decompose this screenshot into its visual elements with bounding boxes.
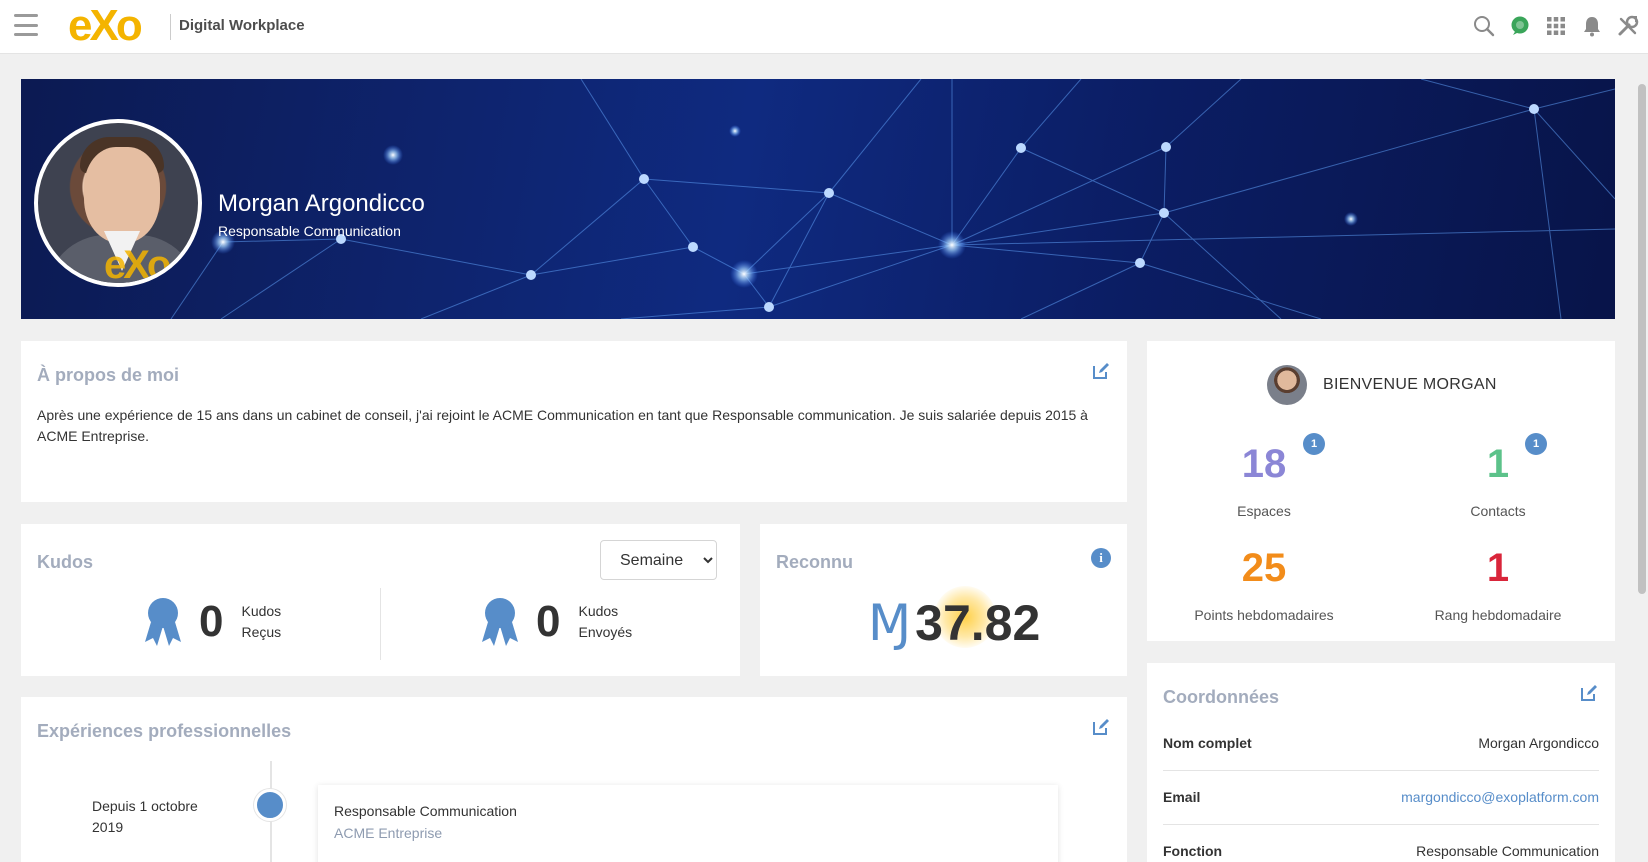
scrollbar-thumb[interactable]: [1638, 84, 1646, 594]
experience-item: Responsable Communication ACME Entrepris…: [318, 785, 1058, 862]
page-scrollbar[interactable]: [1636, 54, 1648, 862]
kudos-period-select[interactable]: Semaine: [600, 540, 717, 580]
stat-spaces-badge: 1: [1303, 433, 1325, 455]
edit-contact-details-icon[interactable]: [1579, 683, 1599, 703]
experiences-card: Expériences professionnelles Depuis 1 oc…: [21, 697, 1127, 862]
kudos-received-count: 0: [199, 597, 224, 646]
about-card: À propos de moi Après une expérience de …: [21, 341, 1127, 502]
detail-key: Fonction: [1163, 843, 1223, 859]
welcome-card: BIENVENUE MORGAN 18 Espaces 1 1 Contacts…: [1147, 341, 1615, 641]
stat-weekly-rank-label: Rang hebdomadaire: [1434, 607, 1562, 623]
bell-icon[interactable]: [1580, 14, 1604, 38]
top-bar: eXo Digital Workplace: [0, 0, 1648, 54]
stat-weekly-rank[interactable]: 1 Rang hebdomadaire: [1398, 545, 1598, 623]
kudos-divider: [380, 588, 381, 660]
kudos-sent-count: 0: [536, 597, 561, 646]
about-title: À propos de moi: [37, 365, 180, 385]
chat-icon[interactable]: [1508, 14, 1532, 38]
kudos-received-label-1: Kudos: [241, 603, 282, 619]
reconnu-title: Reconnu: [776, 552, 854, 572]
stat-weekly-points-value: 25: [1241, 546, 1287, 590]
app-name: Digital Workplace: [179, 17, 305, 34]
experience-title: Responsable Communication: [334, 803, 517, 819]
detail-value: Responsable Communication: [1416, 843, 1599, 859]
contact-details-title: Coordonnées: [1163, 687, 1280, 707]
topbar-divider: [170, 14, 171, 40]
stat-weekly-rank-value: 1: [1486, 546, 1510, 590]
tools-icon[interactable]: [1616, 14, 1640, 38]
edit-experiences-icon[interactable]: [1091, 717, 1111, 737]
stat-spaces[interactable]: 18 Espaces 1: [1164, 433, 1364, 519]
detail-row-email: Email margondicco@exoplatform.com: [1163, 771, 1599, 825]
menu-icon[interactable]: [14, 14, 38, 36]
stat-contacts-badge: 1: [1525, 433, 1547, 455]
kudos-sent-label-1: Kudos: [578, 603, 619, 619]
stat-contacts-label: Contacts: [1470, 503, 1526, 519]
avatar-logo-mark: eXo: [104, 243, 171, 287]
apps-icon[interactable]: [1544, 14, 1568, 38]
kudos-title: Kudos: [37, 552, 93, 572]
detail-row-function: Fonction Responsable Communication: [1163, 825, 1599, 862]
top-icons: [1472, 14, 1640, 38]
detail-row-fullname: Nom complet Morgan Argondicco: [1163, 717, 1599, 771]
info-icon[interactable]: i: [1091, 548, 1111, 568]
edit-about-icon[interactable]: [1091, 361, 1111, 381]
kudos-card: Kudos Semaine 0 Kudos Reçus 0 Kudos Envo…: [21, 524, 740, 676]
experience-company[interactable]: ACME Entreprise: [334, 825, 442, 841]
stat-spaces-value: 18: [1241, 442, 1287, 486]
about-text: Après une expérience de 15 ans dans un c…: [37, 407, 1088, 444]
stat-weekly-points[interactable]: 25 Points hebdomadaires: [1164, 545, 1364, 623]
stat-contacts-value: 1: [1486, 442, 1510, 486]
exo-logo[interactable]: eXo: [68, 4, 143, 48]
reconnu-value[interactable]: Ɱ 37.82: [868, 594, 1040, 656]
experience-date: Depuis 1 octobre 2019: [92, 798, 198, 835]
email-link[interactable]: margondicco@exoplatform.com: [1401, 789, 1599, 805]
search-icon[interactable]: [1472, 14, 1496, 38]
contact-details-card: Coordonnées Nom complet Morgan Argondicc…: [1147, 663, 1615, 862]
stat-spaces-label: Espaces: [1237, 503, 1291, 519]
kudos-received-label-2: Reçus: [241, 624, 282, 640]
detail-value: Morgan Argondicco: [1478, 735, 1599, 751]
reconnu-card: Reconnu i Ɱ 37.82: [760, 524, 1127, 676]
kudos-award-icon: [482, 598, 518, 646]
detail-key: Nom complet: [1163, 735, 1252, 751]
user-avatar[interactable]: [1267, 365, 1307, 405]
kudos-sent: 0 Kudos Envoyés: [478, 596, 632, 648]
stat-weekly-points-label: Points hebdomadaires: [1194, 607, 1334, 623]
reconnu-amount: 37.82: [915, 595, 1041, 651]
experiences-title: Expériences professionnelles: [37, 721, 292, 741]
profile-avatar[interactable]: eXo: [34, 119, 202, 287]
kudos-received: 0 Kudos Reçus: [141, 596, 281, 648]
profile-role: Responsable Communication: [218, 223, 401, 239]
detail-key: Email: [1163, 789, 1201, 805]
meed-currency-icon: Ɱ: [868, 599, 912, 656]
stat-contacts[interactable]: 1 Contacts 1: [1398, 433, 1598, 519]
welcome-title: BIENVENUE MORGAN: [1323, 376, 1497, 393]
profile-name: Morgan Argondicco: [218, 190, 425, 217]
timeline-dot: [254, 789, 286, 821]
kudos-award-icon: [145, 598, 181, 646]
kudos-sent-label-2: Envoyés: [578, 624, 633, 640]
